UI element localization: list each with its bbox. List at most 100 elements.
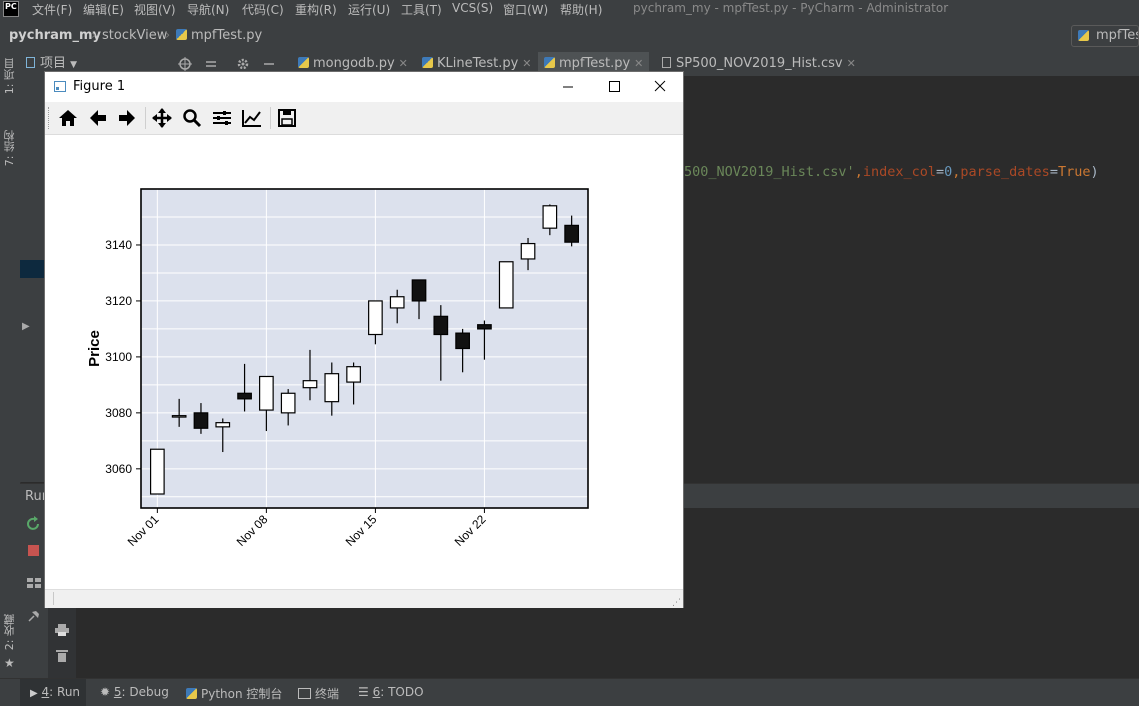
x-axis: Nov 01 Nov 08 Nov 15 Nov 22 — [125, 508, 489, 549]
figure-status-bar: ⋰ — [45, 589, 683, 608]
tab-csv[interactable]: SP500_NOV2019_Hist.csv ✕ — [656, 52, 862, 76]
y-tick-label: 3120 — [105, 294, 132, 308]
python-file-icon — [422, 57, 433, 68]
left-tool-strip: 1: 项目 7: 结构 2: 收藏 ★ — [0, 52, 21, 678]
x-tick-label: Nov 08 — [234, 512, 271, 549]
tool-window-favorites[interactable]: 2: 收藏 — [2, 614, 18, 650]
maximize-window-button[interactable] — [591, 72, 637, 102]
minimize-icon[interactable] — [262, 57, 276, 71]
collapse-icon[interactable] — [204, 57, 218, 71]
tab-label: KLineTest.py — [437, 56, 519, 71]
breadcrumb-file[interactable]: mpfTest.py — [176, 28, 262, 43]
project-panel — [20, 76, 44, 482]
candle-body — [149, 448, 165, 495]
plot-canvas[interactable]: 3060 3080 3100 3120 3140 Nov 01 Nov 08 Nov 15 N… — [45, 135, 683, 589]
run-config-label: mpfTest — [1096, 28, 1138, 43]
subplots-icon[interactable] — [209, 106, 235, 130]
layout-icon[interactable] — [26, 576, 42, 590]
candle-body — [193, 412, 209, 429]
figure-title-bar[interactable]: Figure 1 — [45, 72, 683, 102]
status-debug[interactable]: ✹ 5: Debug — [100, 685, 169, 699]
code-boolean: True — [1057, 164, 1091, 180]
status-divider — [53, 592, 54, 605]
menu-run[interactable]: 运行(U) — [348, 1, 390, 18]
code-string: 500_NOV2019_Hist.csv' — [684, 164, 855, 180]
x-tick-label: Nov 22 — [452, 512, 489, 549]
candle-body — [215, 422, 231, 428]
tool-window-structure[interactable]: 7: 结构 — [2, 130, 18, 166]
bug-icon: ✹ — [100, 685, 111, 699]
breadcrumb-folder[interactable]: stockView — [102, 28, 167, 43]
candle-body — [346, 366, 361, 383]
tab-label: SP500_NOV2019_Hist.csv — [676, 56, 843, 71]
menu-file[interactable]: 文件(F) — [32, 1, 72, 18]
close-icon[interactable]: ✕ — [847, 57, 856, 70]
status-python-console[interactable]: Python 控制台 — [186, 685, 282, 702]
menu-navigate[interactable]: 导航(N) — [187, 1, 229, 18]
x-tick-label: Nov 01 — [125, 512, 162, 549]
close-icon[interactable]: ✕ — [399, 57, 408, 70]
candle-body — [302, 380, 318, 389]
tool-window-project[interactable]: 1: 项目 — [2, 58, 18, 94]
zoom-icon[interactable] — [179, 106, 205, 130]
edit-axes-icon[interactable] — [239, 106, 265, 130]
back-arrow-icon[interactable] — [85, 106, 111, 130]
minimize-window-button[interactable] — [545, 72, 591, 102]
menu-refactor[interactable]: 重构(R) — [295, 1, 337, 18]
status-todo[interactable]: ☰ 6: TODO — [358, 685, 424, 699]
pan-icon[interactable] — [149, 106, 175, 130]
chevron-right-icon[interactable]: ▶ — [22, 321, 30, 332]
window-title: pychram_my - mpfTest.py - PyCharm - Admi… — [633, 1, 949, 15]
menu-help[interactable]: 帮助(H) — [560, 1, 602, 18]
menu-vcs[interactable]: VCS(S) — [452, 1, 493, 15]
tab-label: mongodb.py — [313, 56, 395, 71]
forward-arrow-icon[interactable] — [114, 106, 140, 130]
candle-body — [280, 392, 296, 414]
y-tick-label: 3100 — [105, 350, 132, 364]
rerun-icon[interactable] — [26, 516, 42, 532]
figure-window: Figure 1 3060 3080 3100 3120 3140 Nov 01 Nov … — [44, 71, 684, 608]
candle-body — [171, 415, 187, 418]
run-config-selector[interactable]: mpfTest — [1071, 25, 1139, 47]
python-file-icon — [544, 57, 555, 68]
pycharm-logo-icon: PC — [3, 1, 19, 17]
status-run[interactable]: ▶ 4: Run — [30, 685, 80, 699]
plot-area — [141, 189, 588, 508]
candle-body — [498, 261, 514, 309]
candle-body — [564, 224, 580, 243]
candle-body — [237, 392, 252, 400]
y-tick-label: 3140 — [105, 238, 132, 252]
y-tick-label: 3060 — [105, 462, 132, 476]
menu-window[interactable]: 窗口(W) — [503, 1, 548, 18]
star-icon: ★ — [4, 656, 15, 670]
menu-view[interactable]: 视图(V) — [134, 1, 176, 18]
menu-tools[interactable]: 工具(T) — [401, 1, 442, 18]
target-icon[interactable] — [178, 57, 192, 71]
figure-title: Figure 1 — [73, 79, 126, 94]
code-comma: , — [854, 164, 863, 180]
menu-edit[interactable]: 编辑(E) — [83, 1, 124, 18]
gear-icon[interactable] — [236, 57, 250, 71]
resize-grip-icon[interactable]: ⋰ — [672, 598, 681, 608]
menu-code[interactable]: 代码(C) — [242, 1, 284, 18]
save-icon[interactable] — [274, 106, 300, 130]
menu-bar: PC 文件(F) 编辑(E) 视图(V) 导航(N) 代码(C) 重构(R) 运… — [0, 0, 1139, 20]
close-icon[interactable]: ✕ — [634, 57, 643, 70]
candle-body — [411, 279, 427, 302]
stop-icon[interactable] — [28, 545, 39, 556]
project-tree-selection[interactable] — [20, 260, 44, 278]
close-icon[interactable]: ✕ — [522, 57, 531, 70]
breadcrumb-project[interactable]: pychram_my — [9, 28, 101, 43]
code-editor[interactable] — [684, 76, 1139, 458]
close-window-button[interactable] — [637, 72, 683, 102]
list-icon: ☰ — [358, 685, 369, 699]
trash-icon[interactable] — [55, 648, 69, 663]
print-icon[interactable] — [54, 623, 70, 637]
status-terminal[interactable]: 终端 — [298, 685, 339, 702]
home-icon[interactable] — [55, 106, 81, 130]
python-file-icon — [298, 57, 309, 68]
code-equals: = — [1049, 164, 1058, 180]
figure-icon — [54, 81, 66, 92]
pin-icon[interactable] — [26, 608, 42, 624]
x-tick-label: Nov 15 — [343, 512, 380, 549]
